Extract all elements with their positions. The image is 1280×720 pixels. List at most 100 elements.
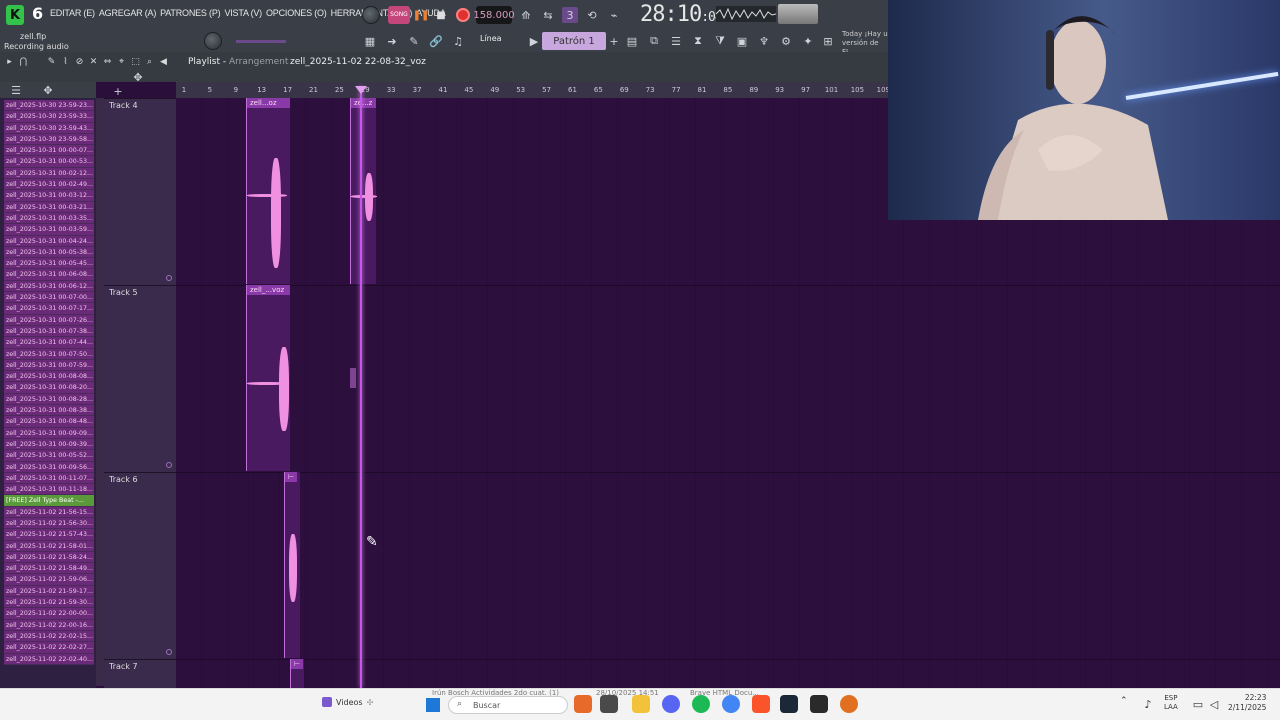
track-header-7[interactable]: Track 7 (104, 659, 176, 688)
browser-item[interactable]: zell_2025-10-31 00-05-45... (4, 258, 94, 270)
browser-item[interactable]: zell_2025-11-02 21-58-24... (4, 551, 94, 564)
mic-icon[interactable]: ♆ (756, 33, 772, 49)
pin-icon[interactable]: ✣ (367, 698, 374, 707)
browser-item[interactable]: zell_2025-10-31 00-09-09... (4, 427, 94, 439)
pitch-slider[interactable] (236, 40, 286, 43)
windows-start-icon[interactable] (426, 698, 440, 712)
system-clock[interactable]: 22:23 2/11/2025 (1228, 693, 1266, 713)
plugin-icon[interactable]: ⧩ (712, 33, 728, 49)
taskbar-search[interactable]: ⌕ Buscar (448, 696, 568, 714)
fl-studio-logo[interactable]: K (6, 5, 24, 25)
mic-tray-icon[interactable]: ♪ (1140, 696, 1156, 712)
mute-icon[interactable]: ✕ (88, 56, 99, 67)
playlist-icon[interactable]: ▤ (624, 33, 640, 49)
playback-icon[interactable]: ◀ (158, 56, 169, 67)
playhead-marker[interactable] (355, 86, 367, 94)
playhead[interactable] (360, 86, 362, 688)
track-header-4[interactable]: Track 4 (104, 98, 176, 285)
browser-item[interactable]: zell_2025-11-02 21-59-06... (4, 574, 94, 586)
terminal-app-icon[interactable] (600, 695, 618, 713)
audio-clip[interactable]: ⊢ (290, 659, 304, 688)
browser-item[interactable]: [FREE] Zell Type Beat -... (4, 495, 94, 507)
browser-item[interactable]: zell_2025-10-31 00-00-07... (4, 145, 94, 157)
menu-agregar[interactable]: AGREGAR (A) (97, 8, 158, 18)
spotify-icon[interactable] (692, 695, 710, 713)
browser-item[interactable]: zell_2025-10-31 00-11-18... (4, 484, 94, 496)
tempo-display[interactable]: 158.000 (473, 6, 515, 24)
record-button[interactable] (454, 6, 472, 24)
browser-item[interactable]: zell_2025-10-31 00-03-59... (4, 224, 94, 236)
browser-item[interactable]: zell_2025-11-02 21-57-43... (4, 529, 94, 541)
audio-clip[interactable]: zell_...voz (246, 285, 290, 471)
browser-item[interactable]: zell_2025-11-02 21-58-01... (4, 540, 94, 552)
browser-item[interactable]: zell_2025-10-31 00-03-12... (4, 190, 94, 202)
play-icon[interactable]: ▸ (4, 56, 15, 67)
browser-app-icon[interactable] (574, 695, 592, 713)
step-edit-icon[interactable]: ⌁ (606, 7, 622, 23)
browser-item[interactable]: zell_2025-11-02 21-59-30... (4, 597, 94, 609)
browser-item[interactable]: zell_2025-10-31 00-08-08... (4, 371, 94, 383)
taskbar-videos[interactable]: Videos ✣ (322, 697, 373, 707)
pause-button[interactable]: ❚❚ (412, 6, 430, 24)
wait-input-icon[interactable]: ⇆ (540, 7, 556, 23)
master-pitch-knob[interactable] (362, 6, 380, 24)
metronome-icon[interactable]: ⟰ (518, 7, 534, 23)
effects-icon[interactable]: ✦ (800, 33, 816, 49)
slip-icon[interactable]: ⇔ (102, 56, 113, 67)
browser-item[interactable]: zell_2025-10-31 00-09-56... (4, 461, 94, 473)
expand-icon[interactable]: ✥ (130, 69, 146, 85)
browser-item[interactable]: zell_2025-10-31 00-08-20... (4, 382, 94, 394)
brave-icon[interactable] (752, 695, 770, 713)
piano-roll-icon[interactable]: ▦ (362, 33, 378, 49)
language-indicator[interactable]: ESP LAA (1164, 694, 1178, 712)
browser-item[interactable]: zell_2025-11-02 22-02-15... (4, 630, 94, 643)
browser-item[interactable]: zell_2025-10-31 00-07-44... (4, 337, 94, 349)
steam-icon[interactable] (780, 695, 798, 713)
stamp-icon[interactable]: ♫ (450, 33, 466, 49)
browser-item[interactable]: zell_2025-10-31 00-09-39... (4, 438, 94, 451)
browser-item[interactable]: zell_2025-10-31 00-06-12... (4, 280, 94, 293)
main-volume-knob[interactable] (204, 32, 222, 50)
browser-item[interactable]: zell_2025-10-31 00-08-48... (4, 416, 94, 428)
browser-item[interactable]: zell_2025-10-31 00-05-52... (4, 450, 94, 462)
browser-item[interactable]: zell_2025-11-02 22-00-16... (4, 619, 94, 631)
browser-item[interactable]: zell_2025-10-31 00-02-49... (4, 179, 94, 191)
pencil-icon[interactable]: ✎ (406, 33, 422, 49)
brush-icon[interactable]: ⌇ (60, 56, 71, 67)
browser-item[interactable]: zell_2025-10-31 00-02-12... (4, 167, 94, 180)
arrow-icon[interactable]: ➜ (384, 33, 400, 49)
menu-patrones[interactable]: PATRONES (P) (158, 8, 222, 18)
browser-item[interactable]: zell_2025-10-31 00-11-07... (4, 472, 94, 485)
discord-icon[interactable] (662, 695, 680, 713)
browser-item[interactable]: zell_2025-10-31 00-07-59... (4, 359, 94, 372)
zoom-icon[interactable]: ⌕ (144, 56, 155, 67)
pencil-tool-icon[interactable]: ✎ (46, 56, 57, 67)
browser-item[interactable]: zell_2025-10-30 23-59-58... (4, 133, 94, 146)
chrome-icon[interactable] (722, 695, 740, 713)
master-volume[interactable] (778, 4, 818, 24)
magnet-icon[interactable]: ⋂ (18, 56, 29, 67)
link-icon[interactable]: 🔗 (428, 33, 444, 49)
snap-selector[interactable]: Línea (480, 34, 502, 43)
slice-icon[interactable]: ⌖ (116, 56, 127, 67)
browser-item[interactable]: zell_2025-11-02 21-56-15... (4, 506, 94, 518)
browser-item[interactable]: zell_2025-11-02 21-56-30... (4, 517, 94, 530)
stop-button[interactable]: ■ (432, 6, 450, 24)
track-header-6[interactable]: Track 6 (104, 472, 176, 659)
track-active-indicator[interactable] (166, 462, 172, 468)
track-active-indicator[interactable] (166, 649, 172, 655)
fl-studio-taskbar-icon[interactable] (810, 695, 828, 713)
browser-item[interactable]: zell_2025-11-02 21-58-49... (4, 563, 94, 575)
menu-opciones[interactable]: OPCIONES (O) (264, 8, 329, 18)
browser-item[interactable]: zell_2025-10-31 00-08-28... (4, 393, 94, 406)
channel-rack-icon[interactable]: ⧉ (646, 33, 662, 49)
play-triangle-icon[interactable]: ▶ (526, 33, 542, 49)
track-header-5[interactable]: Track 5 (104, 285, 176, 472)
select-icon[interactable]: ⬚ (130, 56, 141, 67)
audio-clip[interactable]: zell...oz (246, 98, 290, 284)
network-icon[interactable]: ▭ (1190, 696, 1206, 712)
pattern-song-toggle[interactable]: SONG (388, 6, 410, 24)
menu-icon[interactable]: ☰ (8, 82, 24, 98)
browser-item[interactable]: zell_2025-10-30 23-59-33... (4, 111, 94, 123)
menu-vista[interactable]: VISTA (V) (222, 8, 264, 18)
